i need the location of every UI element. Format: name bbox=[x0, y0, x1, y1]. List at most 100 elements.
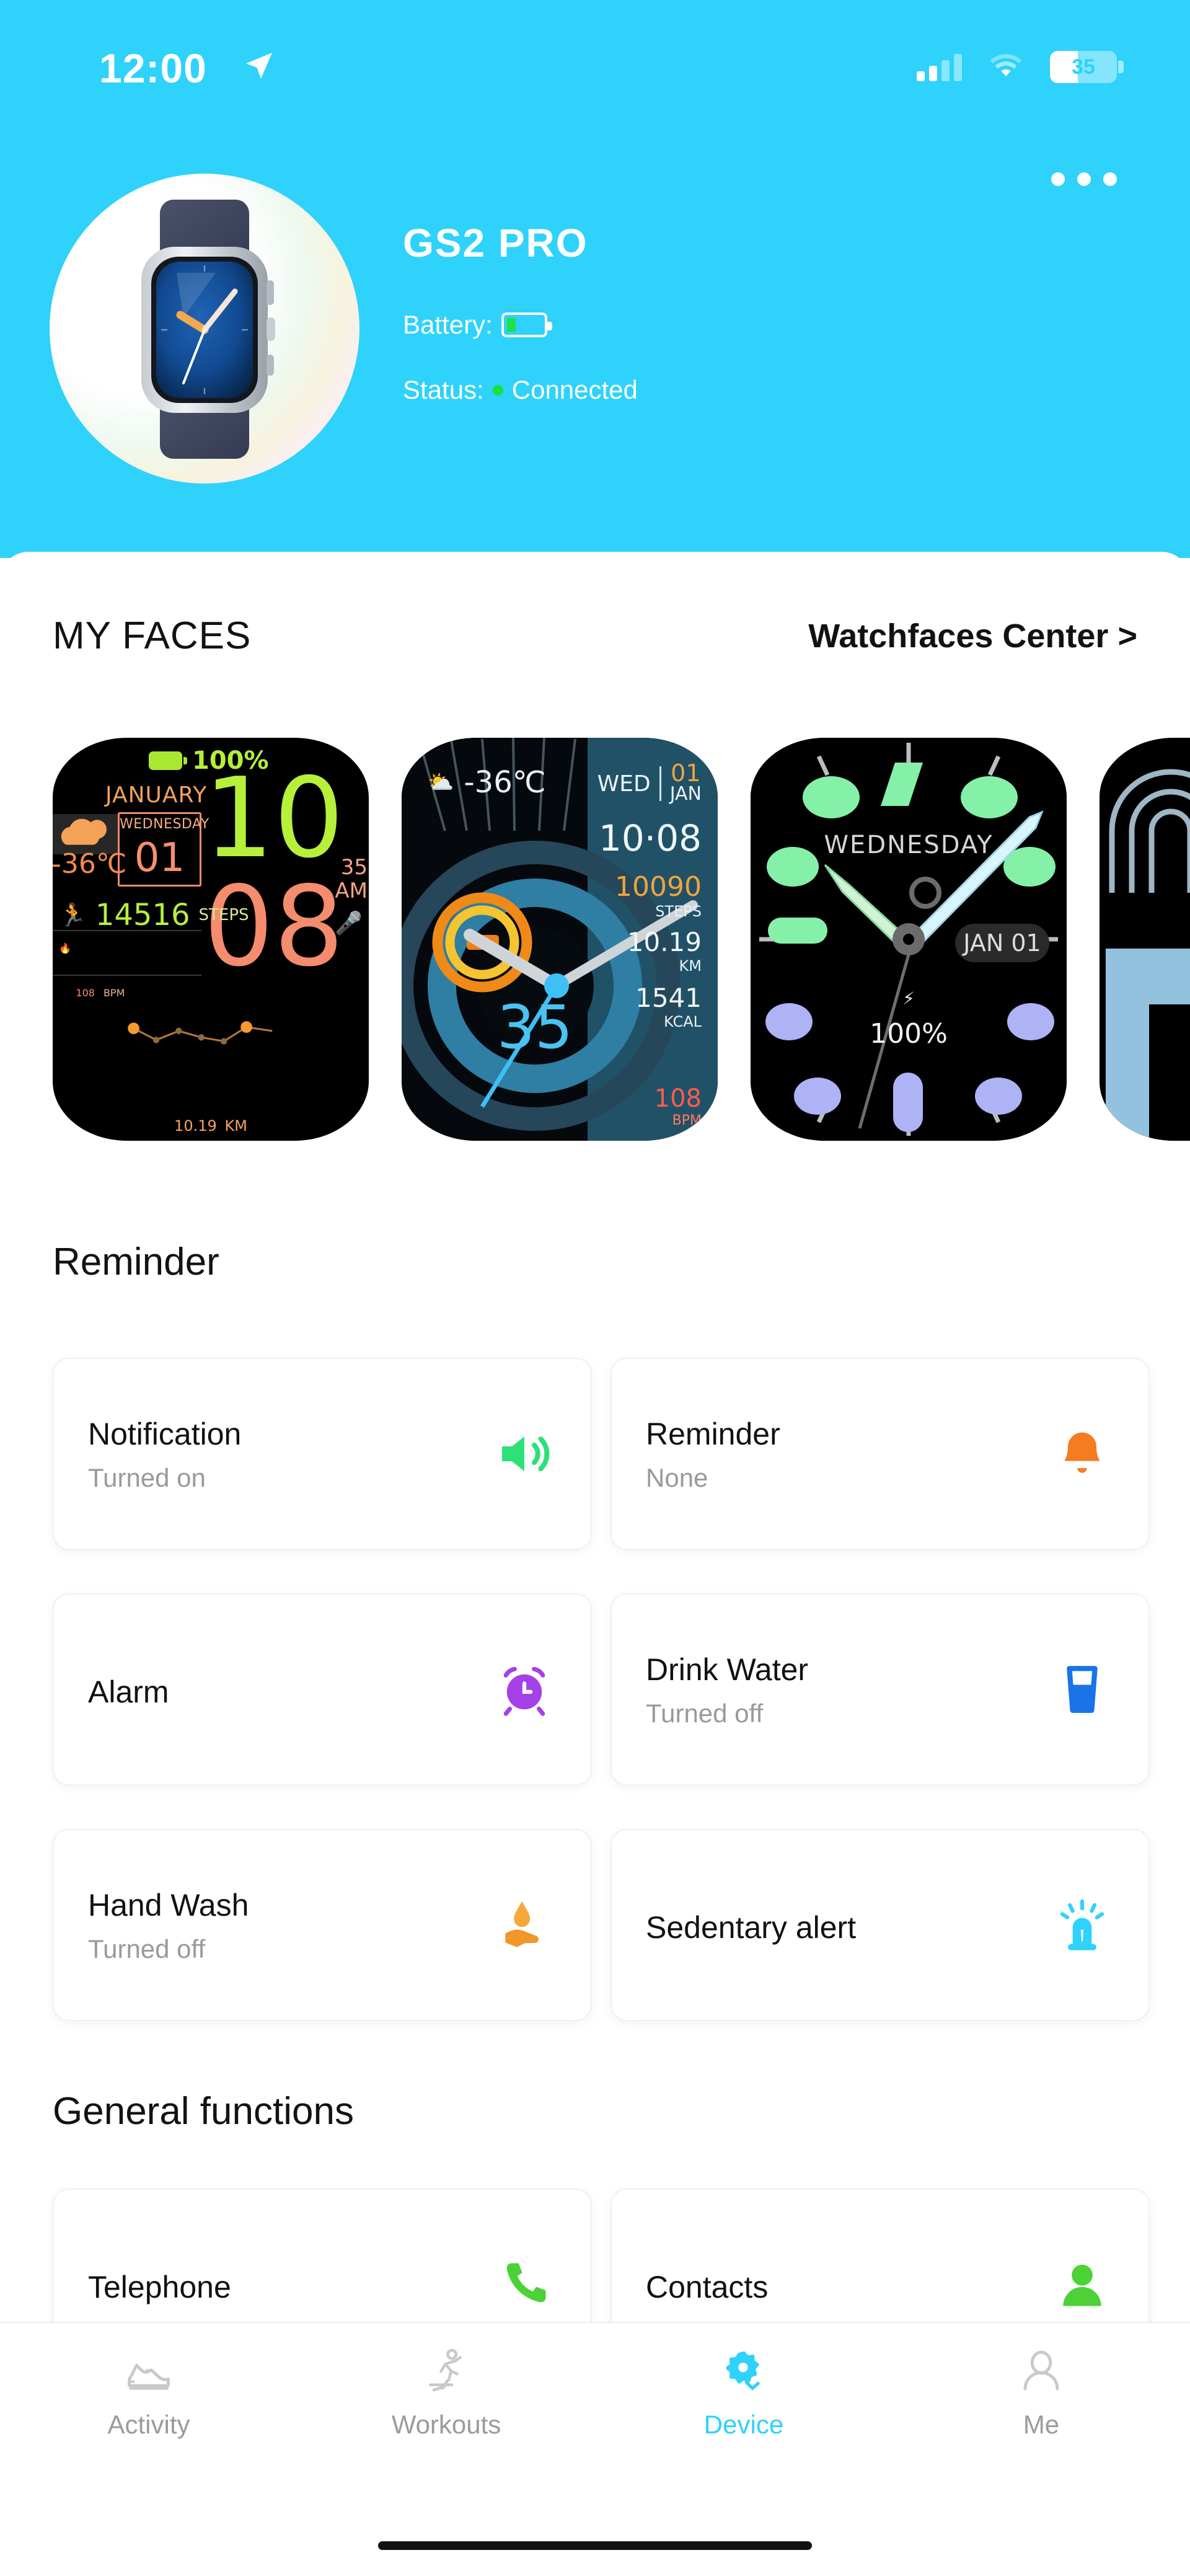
microphone-icon: 🎤 bbox=[335, 911, 363, 936]
face-bpm-unit: BPM bbox=[103, 987, 125, 999]
card-title: Contacts bbox=[646, 2270, 769, 2304]
water-glass-icon bbox=[1048, 1655, 1116, 1724]
cellular-signal-icon bbox=[917, 53, 962, 81]
face-steps-unit: STEPS bbox=[198, 906, 249, 924]
more-dots-icon[interactable] bbox=[1051, 172, 1117, 186]
face-day: 01 bbox=[671, 759, 701, 787]
reminder-card-notification[interactable]: Notification Turned on bbox=[53, 1358, 592, 1550]
face-kcal-value: 1541 bbox=[635, 983, 702, 1013]
status-bar-battery: 35 bbox=[1050, 51, 1124, 83]
card-subtitle: None bbox=[646, 1463, 708, 1492]
watchface-thumbnail[interactable] bbox=[1100, 738, 1190, 1141]
status-indicator-dot bbox=[492, 384, 503, 396]
phone-icon bbox=[490, 2251, 558, 2319]
watchface-thumbnail[interactable]: 100% JANUARY -36℃ WEDNESDAY 01 10 08 35 A… bbox=[53, 738, 369, 1141]
face-steps-unit: STEPS bbox=[655, 903, 702, 920]
face-distance-row: 10.19 KM bbox=[53, 1109, 369, 1137]
battery-icon bbox=[501, 312, 552, 337]
face-kcal-unit: KCAL bbox=[113, 942, 139, 954]
tab-label: Activity bbox=[107, 2410, 190, 2439]
reminder-card-sedentary-alert[interactable]: Sedentary alert bbox=[610, 1829, 1150, 2021]
status-bar: 12:00 35 bbox=[0, 0, 1190, 112]
wifi-icon bbox=[990, 54, 1022, 77]
face-time: 10·08 bbox=[598, 817, 702, 859]
face-day: 01 bbox=[134, 835, 185, 881]
card-subtitle: Turned off bbox=[88, 1934, 206, 1963]
tab-label: Me bbox=[1023, 2410, 1060, 2439]
status-bar-time: 12:00 bbox=[99, 45, 207, 91]
tab-label: Device bbox=[703, 2410, 784, 2439]
my-faces-header: MY FACES Watchfaces Center > bbox=[53, 614, 1137, 658]
page-title: MY FACES bbox=[53, 614, 252, 657]
flame-icon: 🔥 bbox=[59, 942, 71, 954]
svg-text:35: 35 bbox=[497, 993, 573, 1062]
face-battery: 100% bbox=[870, 1018, 948, 1050]
tab-workouts[interactable]: Workouts bbox=[298, 2343, 595, 2440]
general-section-title: General functions bbox=[53, 2090, 354, 2133]
face-distance-unit: KM bbox=[224, 1117, 247, 1135]
watchface-thumbnail[interactable]: 35 ⛅ -36℃ WED 01 JAN 10·08 10090 STEPS 1… bbox=[402, 738, 718, 1141]
bottom-tab-bar: Activity Workouts Device Me bbox=[0, 2322, 1190, 2576]
tab-device[interactable]: Device bbox=[595, 2343, 892, 2440]
alarm-clock-icon bbox=[490, 1655, 558, 1724]
reminder-card-alarm[interactable]: Alarm bbox=[53, 1593, 592, 1786]
face-bpm-unit: BPM bbox=[672, 1113, 702, 1128]
card-title: Reminder bbox=[646, 1417, 780, 1451]
card-title: Alarm bbox=[88, 1675, 169, 1709]
face-bpm-row: ❤ 108 BPM bbox=[59, 987, 125, 999]
card-title: Notification bbox=[88, 1417, 242, 1451]
bell-icon bbox=[1048, 1420, 1116, 1488]
card-subtitle: Turned on bbox=[88, 1463, 206, 1492]
device-battery-row: Battery: bbox=[403, 310, 552, 340]
home-indicator bbox=[378, 2541, 812, 2550]
card-title: Sedentary alert bbox=[646, 1910, 857, 1945]
tab-me[interactable]: Me bbox=[892, 2343, 1190, 2440]
shoe-icon bbox=[119, 2343, 178, 2402]
device-image[interactable] bbox=[50, 174, 359, 484]
contacts-icon bbox=[1048, 2251, 1116, 2319]
tab-activity[interactable]: Activity bbox=[0, 2343, 298, 2440]
face-bpm-value: 108 bbox=[76, 987, 95, 999]
face-date-badge: JAN 01 bbox=[962, 929, 1041, 957]
face-weekday: WED bbox=[597, 771, 651, 797]
reminder-section-title: Reminder bbox=[53, 1241, 219, 1283]
watchfaces-center-link[interactable]: Watchfaces Center > bbox=[808, 617, 1137, 655]
face-steps-row: 🏃 14516 STEPS bbox=[59, 898, 249, 932]
face-distance-value: 10.19 bbox=[174, 1117, 217, 1135]
face-weekday: WEDNESDAY bbox=[824, 831, 994, 859]
runner-icon: 🏃 bbox=[59, 903, 87, 928]
siren-alert-icon bbox=[1048, 1891, 1116, 1959]
analog-lume-graphic: JAN 01 WEDNESDAY ⚡ 100% bbox=[751, 738, 1067, 1141]
card-subtitle: Turned off bbox=[646, 1699, 764, 1728]
location-arrow-icon bbox=[246, 53, 272, 79]
watchface-thumbnail[interactable]: JAN 01 WEDNESDAY ⚡ 100% bbox=[751, 738, 1067, 1141]
face-month: JAN bbox=[669, 783, 702, 805]
card-title: Telephone bbox=[88, 2270, 231, 2304]
face-temperature: -36℃ bbox=[464, 765, 546, 800]
card-title: Drink Water bbox=[646, 1652, 809, 1687]
reminder-card-drink-water[interactable]: Drink Water Turned off bbox=[610, 1593, 1150, 1786]
gear-icon bbox=[714, 2343, 774, 2402]
heart-icon: ❤ bbox=[59, 987, 68, 999]
face-bpm-sparkline bbox=[128, 1021, 273, 1045]
reminder-card-hand-wash[interactable]: Hand Wash Turned off bbox=[53, 1829, 592, 2021]
device-battery-label: Battery: bbox=[403, 310, 493, 339]
face-kcal-unit: KCAL bbox=[664, 1013, 702, 1030]
face-steps-value: 14516 bbox=[95, 898, 190, 932]
face-distance-value: 10.19 bbox=[627, 927, 702, 957]
device-status-value: Connected bbox=[511, 375, 638, 404]
abstract-arcs-graphic bbox=[1100, 738, 1190, 1141]
device-name: GS2 PRO bbox=[403, 221, 588, 265]
face-distance-unit: KM bbox=[679, 957, 702, 975]
reminder-card-reminder[interactable]: Reminder None bbox=[610, 1358, 1150, 1550]
face-battery-icon bbox=[149, 751, 187, 770]
speaker-on-icon bbox=[490, 1420, 558, 1488]
device-status-row: Status: Connected bbox=[403, 375, 638, 405]
watchfaces-carousel[interactable]: 100% JANUARY -36℃ WEDNESDAY 01 10 08 35 A… bbox=[53, 738, 1190, 1141]
hand-wash-icon bbox=[490, 1891, 558, 1959]
device-header: 12:00 35 GS2 PRO Battery: Status: Connec… bbox=[0, 0, 1190, 558]
battery-percent-label: 35 bbox=[1072, 55, 1095, 79]
tab-label: Workouts bbox=[391, 2410, 501, 2439]
face-weekday: WEDNESDAY bbox=[120, 817, 209, 832]
face-seconds-ampm: 35 AM bbox=[335, 855, 368, 903]
